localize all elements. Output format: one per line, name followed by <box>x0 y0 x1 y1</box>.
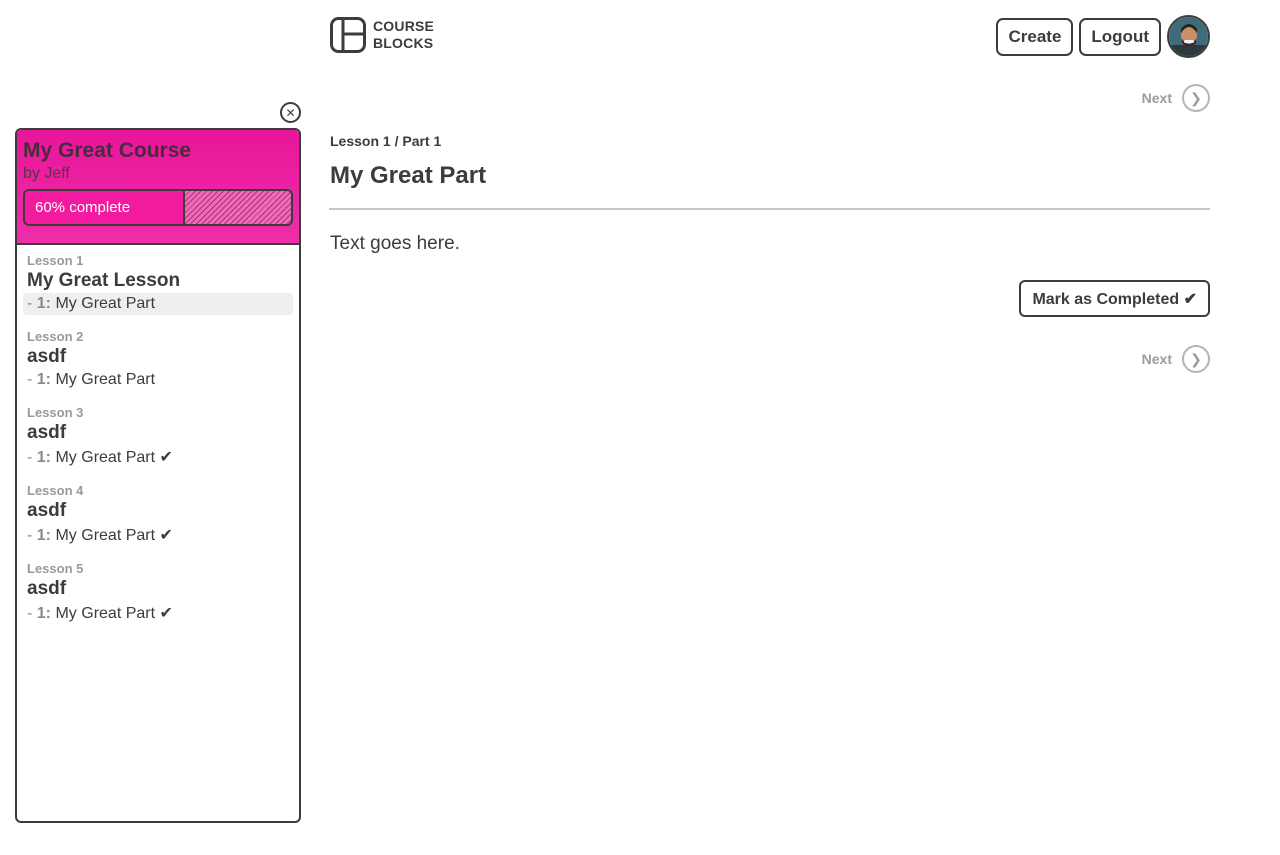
course-title: My Great Course <box>23 139 192 162</box>
lesson-part-item[interactable]: - 1: My Great Part ✔ <box>23 445 293 469</box>
header-actions: Create Logout <box>996 15 1210 58</box>
chevron-right-icon: ❯ <box>1182 345 1210 373</box>
logo-wordmark: COURSE BLOCKS <box>373 18 434 52</box>
title-divider <box>329 208 1210 210</box>
lesson-title[interactable]: My Great Lesson <box>23 269 293 292</box>
lesson-part-item[interactable]: - 1: My Great Part ✔ <box>23 601 293 625</box>
breadcrumb: Lesson 1 / Part 1 <box>330 133 442 149</box>
part-dash: - <box>27 449 37 466</box>
progress-label: 60% complete <box>35 199 131 216</box>
part-dash: - <box>27 371 37 388</box>
part-body-text: Text goes here. <box>330 233 460 254</box>
avatar[interactable] <box>1167 15 1210 58</box>
sidebar-close-icon[interactable]: ✕ <box>280 102 301 123</box>
part-title: My Great Part <box>55 527 156 544</box>
lesson-number: Lesson 1 <box>27 253 84 268</box>
lesson-list: Lesson 1 My Great Lesson - 1: My Great P… <box>17 245 299 625</box>
part-title: My Great Part <box>55 449 156 466</box>
part-title: My Great Part <box>55 371 156 388</box>
part-number: 1: <box>36 605 52 622</box>
page-title: My Great Part <box>330 162 487 189</box>
part-number: 1: <box>36 449 52 466</box>
lesson-3: Lesson 3 asdf - 1: My Great Part ✔ <box>23 405 293 469</box>
completed-check-icon: ✔ <box>159 449 173 466</box>
lesson-1: Lesson 1 My Great Lesson - 1: My Great P… <box>23 253 293 315</box>
part-dash: - <box>27 295 37 312</box>
lesson-title[interactable]: asdf <box>23 577 293 600</box>
logo-line-2: BLOCKS <box>373 35 434 51</box>
course-blocks-logo-icon <box>330 17 366 53</box>
lesson-number: Lesson 3 <box>27 405 84 420</box>
part-dash: - <box>27 605 37 622</box>
logo-line-1: COURSE <box>373 18 435 34</box>
part-number: 1: <box>36 371 52 388</box>
next-link-bottom[interactable]: Next ❯ <box>1142 345 1210 373</box>
mark-as-completed-button[interactable]: Mark as Completed ✔ <box>1019 280 1210 317</box>
lesson-number: Lesson 2 <box>27 329 84 344</box>
user-avatar-icon <box>1169 17 1208 56</box>
lesson-title[interactable]: asdf <box>23 421 293 444</box>
course-header: My Great Course by Jeff 60% complete <box>17 130 299 245</box>
next-link-top[interactable]: Next ❯ <box>1142 84 1210 112</box>
lesson-part-item[interactable]: - 1: My Great Part <box>23 293 293 315</box>
lesson-4: Lesson 4 asdf - 1: My Great Part ✔ <box>23 483 293 547</box>
lesson-number: Lesson 4 <box>27 483 84 498</box>
create-button[interactable]: Create <box>996 17 1074 56</box>
course-author: by Jeff <box>23 165 70 182</box>
part-title: My Great Part <box>55 295 156 312</box>
lesson-title[interactable]: asdf <box>23 345 293 368</box>
chevron-right-icon: ❯ <box>1182 84 1210 112</box>
part-number: 1: <box>36 527 52 544</box>
next-label: Next <box>1141 351 1172 367</box>
lesson-part-item[interactable]: - 1: My Great Part ✔ <box>23 523 293 547</box>
app-logo[interactable]: COURSE BLOCKS <box>330 17 434 53</box>
lesson-5: Lesson 5 asdf - 1: My Great Part ✔ <box>23 561 293 625</box>
part-dash: - <box>27 527 37 544</box>
lesson-2: Lesson 2 asdf - 1: My Great Part <box>23 329 293 391</box>
completed-check-icon: ✔ <box>159 605 173 622</box>
part-title: My Great Part <box>55 605 156 622</box>
completed-check-icon: ✔ <box>159 527 173 544</box>
lesson-number: Lesson 5 <box>27 561 84 576</box>
logout-button[interactable]: Logout <box>1079 17 1161 56</box>
next-label: Next <box>1141 90 1172 106</box>
course-sidebar: My Great Course by Jeff 60% complete Les… <box>15 128 301 823</box>
course-progress-bar: 60% complete <box>23 189 293 226</box>
lesson-title[interactable]: asdf <box>23 499 293 522</box>
part-number: 1: <box>36 295 52 312</box>
lesson-part-item[interactable]: - 1: My Great Part <box>23 369 293 391</box>
